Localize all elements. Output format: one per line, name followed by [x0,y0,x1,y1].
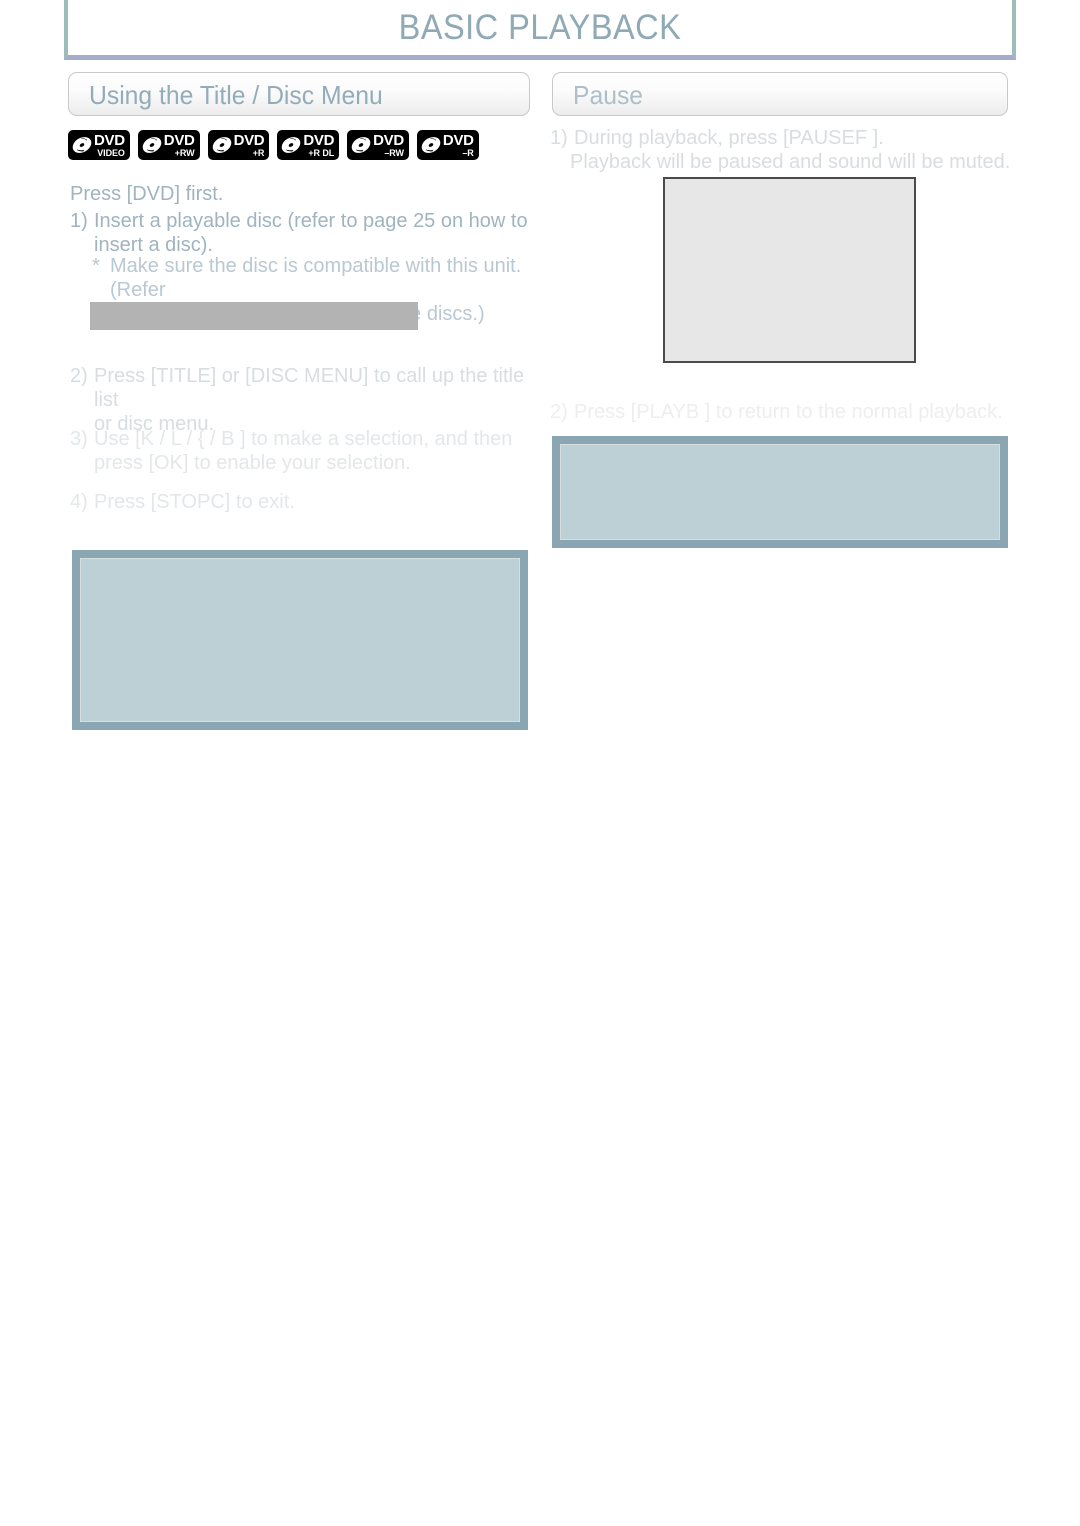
right-step-1-marker: 1) [550,127,568,149]
dvd-minus-r-logo: DVD –R [416,130,479,160]
left-step-1-text: Insert a playable disc (refer to page 25… [94,210,528,256]
dvd-logo-sub-text: –RW [384,147,404,158]
left-step-1-marker: 1) [70,210,88,232]
right-step-1-text: During playback, press [PAUSEF ]. [574,127,884,149]
section-header-label-right: Pause [573,80,644,110]
dvd-logo-main-text: DVD [94,131,125,149]
left-note-box [72,550,528,730]
left-intro-text: Press [DVD] first. [70,183,224,205]
dvd-plus-rw-logo: DVD +RW [137,130,200,160]
dvd-minus-rw-logo: DVD –RW [347,130,409,160]
right-note-box [552,436,1008,548]
right-step-1: 1) During playback, press [PAUSEF ]. [550,126,1015,150]
left-step-2-marker: 2) [70,365,88,387]
right-step-1-detail: Playback will be paused and sound will b… [570,151,1011,173]
dvd-logo-sub-text: VIDEO [97,147,125,158]
left-step-3-text: Use [K / L / { / B ] to make a selection… [94,428,513,474]
dvd-logo-sub-text: +RW [174,147,195,158]
dvd-plus-r-logo: DVD +R [207,130,270,160]
left-step-3-marker: 3) [70,428,88,450]
right-step-2: 2) Press [PLAYB ] to return to the norma… [550,400,1015,424]
dvd-logo-sub-text: +R DL [308,147,335,158]
dvd-logo-main-text: DVD [303,131,335,149]
right-step-2-text: Press [PLAYB ] to return to the normal p… [574,401,1003,423]
dvd-logo-sub-text: +R [252,147,265,158]
left-step-2-text: Press [TITLE] or [DISC MENU] to call up … [94,365,525,435]
dvd-logo-main-text: DVD [442,131,474,149]
dvd-logo-main-text: DVD [373,131,404,149]
left-inline-gray-placeholder [90,302,418,330]
left-step-4: 4) Press [STOPC] to exit. [70,490,540,514]
left-step-1: 1) Insert a playable disc (refer to page… [70,209,540,257]
disc-icon [72,137,92,153]
section-header-using-title-disc-menu: Using the Title / Disc Menu [68,72,530,116]
page-title-banner: BASIC PLAYBACK [64,0,1016,60]
disc-icon [421,137,441,153]
left-step-4-text: Press [STOPC] to exit. [94,491,295,513]
dvd-video-logo: DVD VIDEO [68,130,130,160]
left-step-2: 2) Press [TITLE] or [DISC MENU] to call … [70,364,540,436]
page-title: BASIC PLAYBACK [398,8,682,47]
disc-icon [351,137,371,153]
left-step-4-marker: 4) [70,491,88,513]
section-header-pause: Pause [552,72,1008,116]
right-screenshot-placeholder [663,177,916,363]
dvd-plus-r-dl-logo: DVD +R DL [277,130,340,160]
section-header-label-left: Using the Title / Disc Menu [89,80,383,110]
dvd-logo-main-text: DVD [233,131,265,149]
dvd-logo-sub-text: –R [462,147,474,158]
right-step-2-marker: 2) [550,401,568,423]
disc-compatibility-logo-row: DVD VIDEO DVD +RW DVD +R DVD +R DL DVD –… [68,130,479,160]
disc-icon [282,137,301,153]
disc-icon [212,137,231,153]
left-step-3: 3) Use [K / L / { / B ] to make a select… [70,427,540,475]
disc-icon [142,137,162,153]
dvd-logo-main-text: DVD [163,131,195,149]
